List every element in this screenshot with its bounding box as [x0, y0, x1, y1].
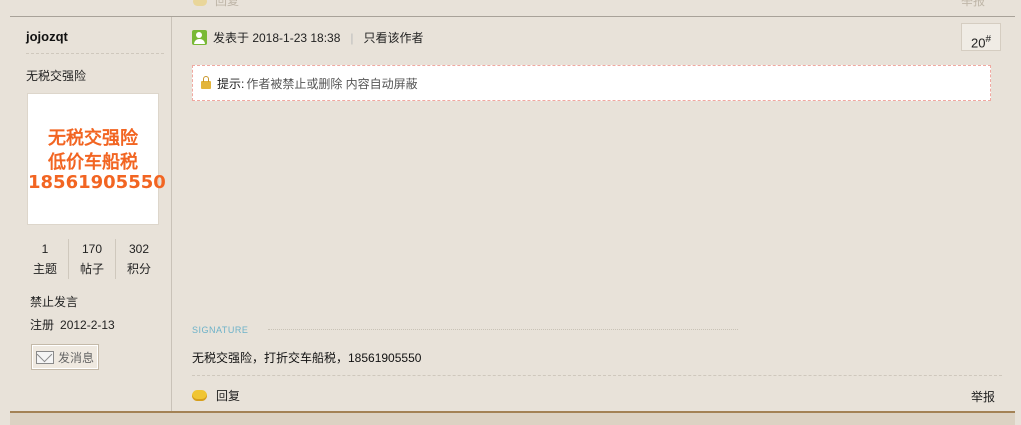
divider: |: [350, 30, 354, 45]
author-username[interactable]: jojozqt: [26, 29, 68, 44]
register-info: 注册 2012-2-13: [30, 316, 115, 333]
stat-label: 积分: [126, 262, 151, 276]
only-author-link[interactable]: 只看该作者: [364, 29, 424, 46]
report-link[interactable]: 举报: [971, 388, 995, 405]
stat-value: 1: [41, 242, 49, 256]
notice-message: 作者被禁止或删除 内容自动屏蔽: [246, 76, 418, 91]
signature-text: 无税交强险，打折交车船税，18561905550: [192, 351, 422, 365]
blocked-notice: 提示: 作者被禁止或删除 内容自动屏蔽: [192, 65, 991, 101]
signature-label: SIGNATURE: [192, 325, 249, 335]
lock-icon: [201, 76, 211, 89]
send-message-label: 发消息: [57, 350, 94, 365]
avatar[interactable]: 无税交强险 低价车船税 18561905550: [28, 94, 166, 224]
stat-label: 帖子: [79, 262, 104, 276]
floor-number-link[interactable]: 20#: [961, 23, 1001, 51]
divider: [26, 53, 164, 54]
previous-report-link[interactable]: 举报: [961, 0, 985, 9]
post-time: 发表于 2018-1-23 18:38: [213, 31, 341, 45]
avatar-text-line: 低价车船税: [48, 152, 138, 173]
stat-posts[interactable]: 170 帖子: [68, 239, 115, 279]
floor-number: 20: [970, 35, 986, 51]
stat-value: 170: [81, 242, 103, 256]
register-label: 注册: [30, 318, 55, 332]
page-margin-left: [0, 0, 10, 425]
reply-icon: [192, 390, 207, 401]
send-message-button[interactable]: 发消息: [31, 344, 99, 370]
previous-reply-link[interactable]: 回复: [193, 0, 239, 9]
forum-post: 回复 举报 jojozqt 无税交强险 无税交强险 低价车船税 18561905…: [10, 0, 1015, 413]
user-group-status[interactable]: 禁止发言: [30, 293, 78, 310]
notice-key: 提示:: [217, 76, 245, 91]
stat-value: 302: [128, 242, 150, 256]
stat-threads[interactable]: 1 主题: [22, 239, 68, 279]
floor-mark: #: [985, 34, 992, 45]
mail-icon: [35, 350, 54, 364]
author-stats: 1 主题 170 帖子 302 积分: [22, 239, 162, 279]
post-meta: 发表于 2018-1-23 18:38 | 只看该作者: [192, 29, 424, 46]
author-custom-title: 无税交强险: [26, 69, 87, 83]
reply-icon: [193, 0, 207, 7]
register-date: 2012-2-13: [60, 318, 115, 332]
author-panel: jojozqt 无税交强险 无税交强险 低价车船税 18561905550 1 …: [10, 17, 172, 411]
poster-icon: [192, 30, 207, 45]
previous-post-footer: 回复 举报: [10, 0, 1015, 16]
reply-label: 回复: [216, 389, 241, 403]
divider: [192, 375, 1002, 376]
stat-label: 主题: [32, 262, 57, 276]
post-content: 发表于 2018-1-23 18:38 | 只看该作者 20# 提示: 作者被禁…: [172, 17, 1015, 411]
reply-link[interactable]: 回复: [192, 387, 240, 404]
next-post-strip: [10, 413, 1015, 425]
signature-divider: [268, 329, 738, 330]
avatar-text-line: 18561905550: [28, 172, 166, 193]
stat-credits[interactable]: 302 积分: [115, 239, 162, 279]
page-margin-right: [1016, 0, 1021, 425]
avatar-text-line: 无税交强险: [48, 128, 138, 149]
